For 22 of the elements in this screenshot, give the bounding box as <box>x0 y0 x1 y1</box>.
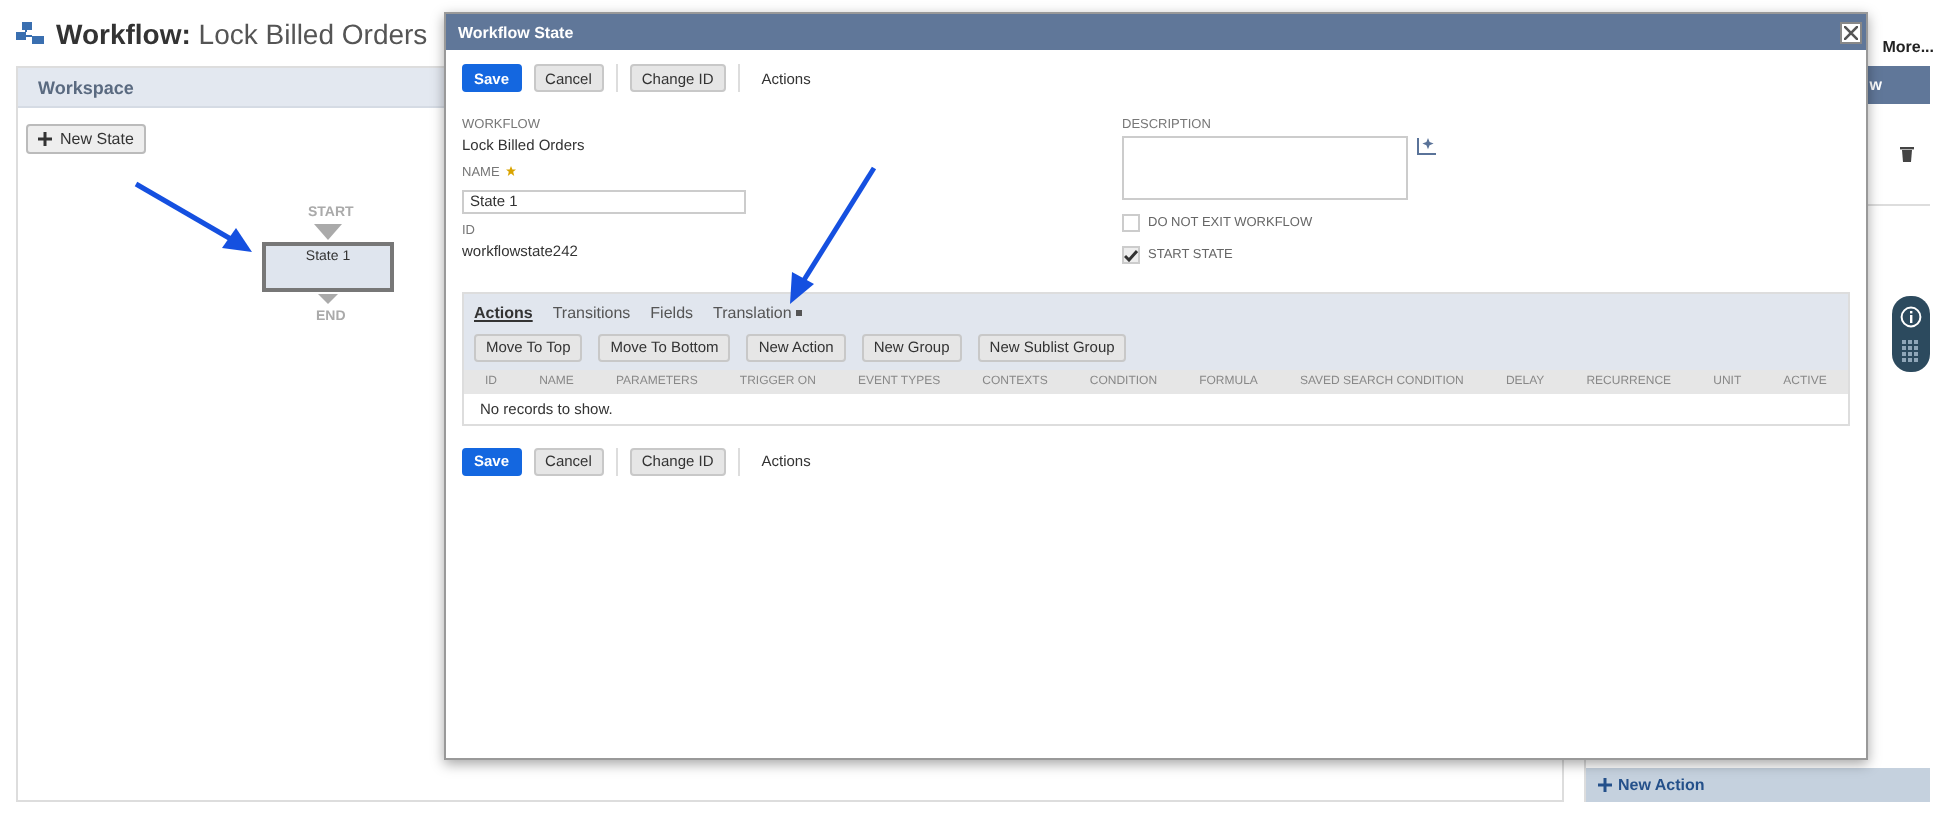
plus-icon <box>1598 778 1612 792</box>
sparkle-icon[interactable] <box>1416 136 1438 156</box>
close-icon <box>1844 25 1858 39</box>
description-field[interactable] <box>1122 136 1408 200</box>
dialog-title: Workflow State <box>446 14 1866 50</box>
end-marker <box>318 294 338 304</box>
new-state-button[interactable]: New State <box>26 124 146 154</box>
new-action-button[interactable]: New Action <box>1586 768 1930 802</box>
checkbox[interactable] <box>1122 246 1140 264</box>
delete-icon[interactable] <box>1900 146 1914 162</box>
info-icon <box>1900 306 1922 328</box>
page-title: Workflow: Lock Billed Orders <box>56 17 428 49</box>
sublist-tab[interactable]: Actions <box>474 301 533 323</box>
sublist-tab[interactable]: Transitions <box>552 301 631 323</box>
close-button[interactable] <box>1840 21 1862 43</box>
sublist-tab[interactable]: Fields <box>650 301 694 323</box>
plus-icon <box>38 132 52 146</box>
sublist-tab[interactable]: Translation <box>713 301 802 323</box>
grid-icon <box>1902 340 1920 362</box>
help-widget[interactable] <box>1892 296 1930 372</box>
more-link[interactable]: More... <box>1882 38 1934 56</box>
workflow-icon <box>16 21 44 45</box>
